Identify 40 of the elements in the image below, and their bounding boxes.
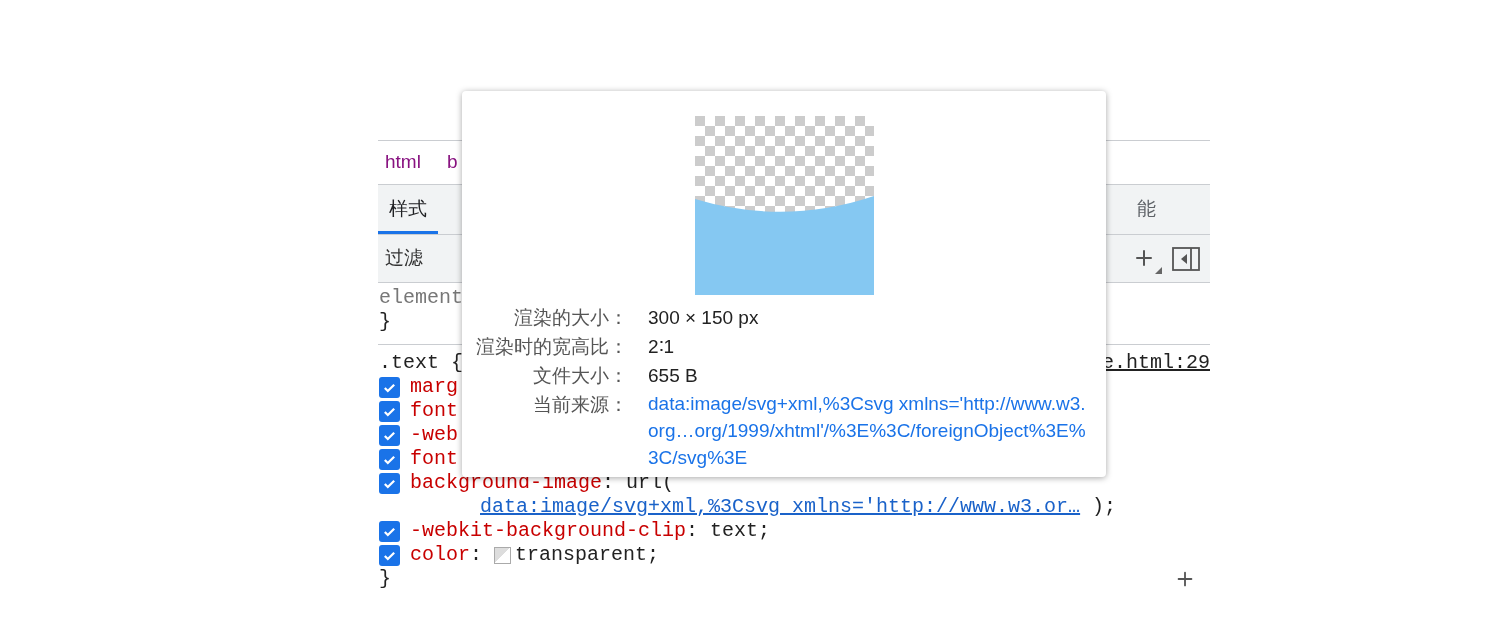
property-value: text; [710, 519, 771, 543]
info-value: 655 B [648, 364, 699, 388]
checkbox[interactable] [379, 424, 400, 446]
selector: element [379, 286, 464, 310]
property-name: marg [410, 375, 458, 399]
property-name: -webkit-background-clip [410, 519, 687, 543]
info-value: 300 × 150 px [648, 306, 760, 330]
separator: : [686, 519, 699, 543]
selector: .text { [379, 351, 463, 375]
property-name: color [410, 543, 470, 567]
checkbox[interactable] [379, 520, 400, 542]
checkbox[interactable] [379, 472, 400, 494]
color-swatch[interactable] [494, 546, 512, 564]
property-name: font [410, 447, 458, 471]
property-name: -web [410, 423, 458, 447]
breadcrumb[interactable]: b [446, 148, 458, 177]
checkbox[interactable] [379, 400, 400, 422]
source-link[interactable]: data:image/svg+xml,%3Csvg xmlns='http://www.w3.org…org/1999/xhtml'/%3E%3C/foreignObject%3E%3C/svg%3E [648, 390, 1090, 471]
sidebar-toggle-icon[interactable] [1172, 246, 1200, 271]
info-label: 文件大小： [532, 364, 628, 388]
source-link[interactable]: e.html:29 [1101, 351, 1210, 375]
checkbox[interactable] [379, 448, 400, 470]
closing-brace: } [379, 310, 391, 334]
url-link[interactable]: data:image/svg+xml,%3Csvg xmlns='http://www.w3.or… [480, 495, 1081, 519]
info-label: 当前来源： [532, 393, 628, 417]
separator: : [470, 543, 483, 567]
closing-paren: ); [1091, 495, 1117, 519]
separator: : [602, 471, 615, 495]
property-value: transparent; [515, 543, 660, 567]
panel-tab[interactable]: 能 [1126, 185, 1210, 234]
property-name: background-image [410, 471, 603, 495]
checkbox[interactable] [379, 376, 400, 398]
property-name: font [410, 399, 458, 423]
info-label: 渲染时的宽高比： [476, 335, 628, 359]
filter-field[interactable]: 过滤 [385, 244, 585, 273]
closing-brace: } [379, 567, 391, 591]
info-label: 渲染的大小： [513, 306, 628, 330]
checkbox[interactable] [379, 544, 400, 566]
breadcrumb[interactable]: html [385, 148, 421, 177]
info-value: 2∶1 [648, 335, 676, 359]
